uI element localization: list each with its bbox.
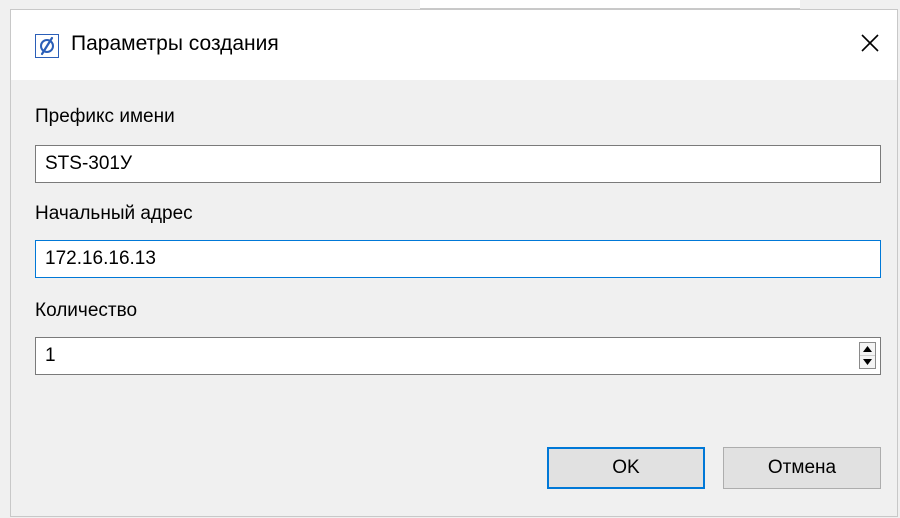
decrement-button[interactable] [860, 356, 875, 368]
count-input[interactable] [36, 338, 846, 374]
prefix-input[interactable] [35, 145, 881, 183]
count-stepper [35, 337, 881, 375]
count-label: Количество [35, 300, 138, 321]
screen: Параметры создания Префикс имени Начальн… [0, 0, 900, 518]
increment-button[interactable] [860, 343, 875, 356]
close-button[interactable] [847, 20, 893, 66]
start-address-input[interactable] [35, 240, 881, 278]
cancel-button[interactable]: Отмена [723, 447, 881, 489]
creation-parameters-dialog: Параметры создания Префикс имени Начальн… [10, 9, 898, 517]
dialog-title: Параметры создания [71, 32, 279, 55]
dialog-titlebar: Параметры создания [11, 10, 897, 80]
prefix-label: Префикс имени [35, 106, 175, 127]
arrow-up-icon [863, 346, 872, 352]
arrow-down-icon [863, 359, 872, 365]
close-icon [861, 34, 879, 52]
ok-button[interactable]: OK [547, 447, 705, 489]
app-logo-icon [35, 34, 59, 58]
start-address-label: Начальный адрес [35, 203, 193, 224]
background-window-edge [420, 0, 800, 9]
stepper-buttons [859, 342, 876, 369]
